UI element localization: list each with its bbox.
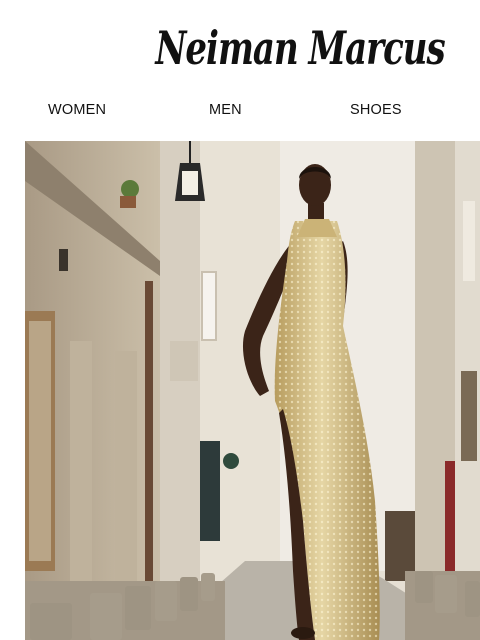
bollard — [125, 586, 151, 630]
street-sign — [223, 453, 239, 469]
hero-image[interactable] — [25, 141, 480, 640]
bollard — [155, 581, 177, 621]
bollard — [415, 571, 433, 603]
bollard — [201, 573, 215, 601]
nav-item-shoes[interactable]: SHOES — [350, 102, 402, 118]
nav-item-women[interactable]: WOMEN — [48, 102, 106, 118]
bollard — [435, 575, 457, 613]
bollard — [90, 593, 122, 640]
hero-scene — [25, 141, 480, 640]
bollard — [465, 581, 480, 617]
doorway — [200, 441, 220, 541]
bollard — [30, 603, 72, 640]
main-nav: WOMEN MEN SHOES — [0, 102, 480, 122]
nav-item-men[interactable]: MEN — [209, 102, 242, 118]
brand-logo[interactable]: Neiman Marcus — [0, 22, 480, 76]
bollard — [180, 577, 198, 611]
